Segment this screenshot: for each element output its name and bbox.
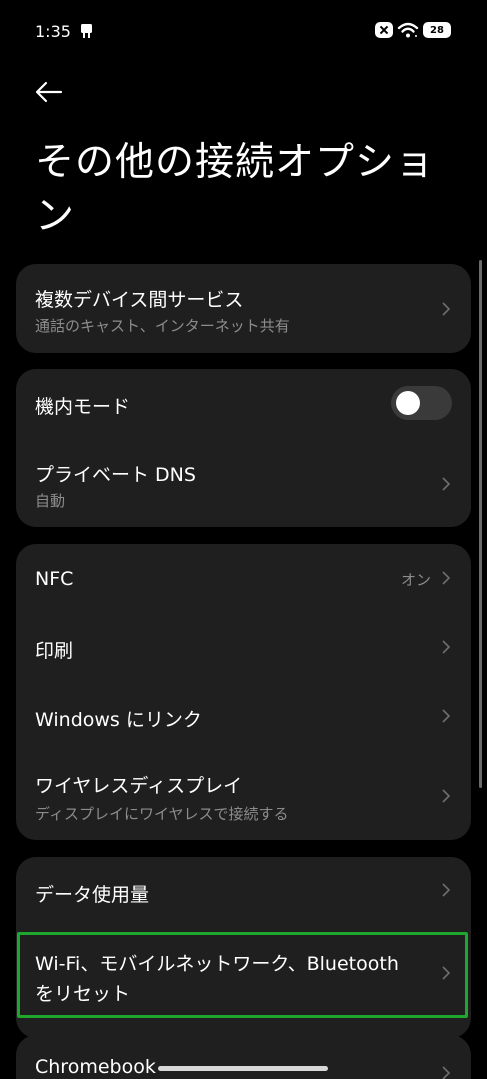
card-network: 機内モード プライベート DNS 自動	[16, 369, 471, 527]
row-data-usage[interactable]: データ使用量	[16, 857, 471, 925]
chevron-right-icon	[442, 1066, 451, 1079]
chevron-right-icon	[442, 640, 451, 654]
back-arrow-icon	[35, 81, 63, 103]
card-multi-device: 複数デバイス間サービス 通話のキャスト、インターネット共有	[16, 264, 471, 353]
row-title: 印刷	[35, 640, 74, 662]
screen: 1:35 28 その他の接続オプション 複数デバイス間サービス 通話のキャスト、…	[0, 0, 487, 1079]
no-sim-icon	[375, 22, 393, 38]
home-indicator[interactable]	[158, 1066, 328, 1071]
chevron-right-icon	[442, 571, 451, 585]
nfc-status: オン	[400, 571, 431, 589]
row-subtitle: 通話のキャスト、インターネット共有	[35, 317, 290, 335]
row-nfc[interactable]: NFC オン	[16, 544, 471, 613]
row-chromebook[interactable]: Chromebook	[16, 1035, 471, 1079]
highlight-box	[17, 932, 468, 1018]
card-connections: NFC オン 印刷 Windows にリンク ワイヤレスディスプレイ ディスプレ…	[16, 544, 471, 840]
status-bar: 1:35 28	[0, 0, 487, 60]
chevron-right-icon	[442, 302, 451, 316]
row-subtitle: ディスプレイにワイヤレスで接続する	[35, 805, 289, 823]
chevron-right-icon	[442, 477, 451, 491]
row-title: データ使用量	[35, 884, 150, 906]
row-title: NFC	[35, 568, 74, 590]
row-windows-link[interactable]: Windows にリンク	[16, 682, 471, 751]
card-chromebook: Chromebook	[16, 1035, 471, 1079]
row-private-dns[interactable]: プライベート DNS 自動	[16, 439, 471, 527]
chevron-right-icon	[442, 709, 451, 723]
toggle-knob	[396, 391, 420, 415]
row-print[interactable]: 印刷	[16, 613, 471, 682]
chevron-right-icon	[442, 883, 451, 897]
status-time: 1:35	[35, 22, 71, 41]
chevron-right-icon	[442, 789, 451, 803]
row-title: プライベート DNS	[35, 464, 196, 486]
row-airplane-mode[interactable]: 機内モード	[16, 369, 471, 439]
row-title: 複数デバイス間サービス	[35, 289, 244, 311]
page-title: その他の接続オプション	[35, 140, 436, 239]
wifi-icon	[397, 22, 419, 38]
row-wireless-display[interactable]: ワイヤレスディスプレイ ディスプレイにワイヤレスで接続する	[16, 751, 471, 840]
row-multi-device[interactable]: 複数デバイス間サービス 通話のキャスト、インターネット共有	[16, 264, 471, 353]
row-title: 機内モード	[35, 396, 131, 418]
battery-icon: 28	[423, 22, 451, 38]
row-title: Windows にリンク	[35, 709, 202, 731]
back-button[interactable]	[32, 75, 66, 109]
scrollbar[interactable]	[479, 260, 482, 788]
row-title: ワイヤレスディスプレイ	[35, 775, 243, 797]
row-subtitle: 自動	[35, 492, 66, 510]
airplane-mode-toggle[interactable]	[391, 386, 452, 420]
row-title: Chromebook	[35, 1056, 156, 1078]
phone-notification-icon	[81, 24, 92, 38]
status-icons: 28	[375, 22, 451, 38]
